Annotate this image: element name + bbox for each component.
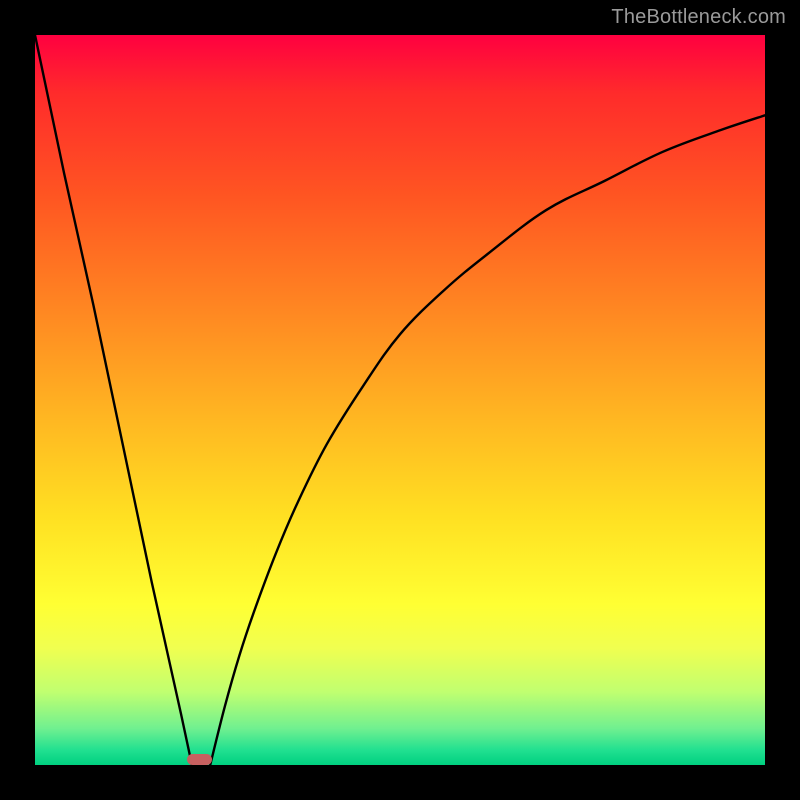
plot-area bbox=[35, 35, 765, 765]
watermark-text: TheBottleneck.com bbox=[611, 6, 786, 29]
curve-layer bbox=[35, 35, 765, 765]
right-branch-path bbox=[210, 115, 765, 765]
highlight-marker bbox=[187, 754, 213, 765]
chart-frame: TheBottleneck.com bbox=[0, 0, 800, 800]
left-branch-path bbox=[35, 35, 192, 765]
